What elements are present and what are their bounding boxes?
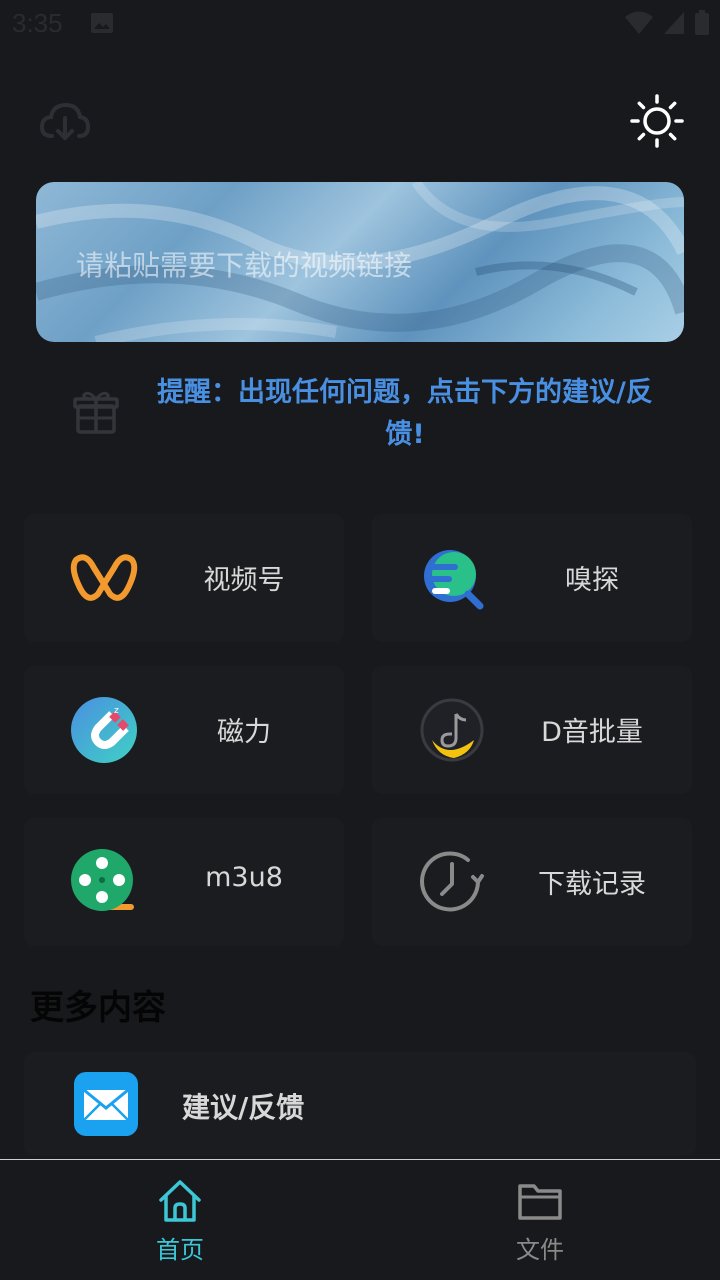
battery-icon <box>695 10 709 35</box>
signal-icon <box>664 12 684 34</box>
film-reel-icon <box>71 849 134 911</box>
feature-label: D音批量 <box>541 717 643 748</box>
nav-files-label: 文件 <box>516 1236 564 1264</box>
app-screen: 3:35 请粘贴需要下载的视频链接 提醒：出现任何问题，点击下方的建议/反馈! … <box>0 0 720 1280</box>
feedback-item[interactable]: 建议/反馈 <box>24 1052 696 1156</box>
nav-files[interactable]: 文件 <box>360 1160 720 1280</box>
status-indicators <box>624 10 710 36</box>
svg-text:z: z <box>114 706 119 716</box>
feature-label: 视频号 <box>203 565 285 596</box>
gift-icon <box>73 391 119 434</box>
history-clock-icon <box>420 851 484 912</box>
feature-m3u8[interactable]: m3u8 <box>24 818 344 946</box>
bottom-nav: 首页 文件 <box>0 1159 720 1280</box>
feedback-label: 建议/反馈 <box>182 1091 305 1124</box>
home-icon <box>159 1180 201 1222</box>
status-bar: 3:35 <box>0 0 720 48</box>
sniff-search-icon <box>424 550 484 610</box>
reminder-text: 提醒：出现任何问题，点击下方的建议/反馈! <box>157 377 653 450</box>
wifi-icon <box>625 11 653 34</box>
feature-magnet[interactable]: z 磁力 <box>24 666 344 794</box>
section-title-more: 更多内容 <box>30 988 166 1028</box>
feature-label: m3u8 <box>205 862 283 893</box>
channels-icon <box>70 554 138 601</box>
nav-home[interactable]: 首页 <box>0 1160 360 1280</box>
magnet-icon: z <box>71 697 137 763</box>
video-link-input[interactable] <box>76 242 640 284</box>
sun-icon[interactable] <box>630 94 684 148</box>
feature-label: 磁力 <box>217 717 271 748</box>
folder-icon <box>518 1184 562 1220</box>
status-time: 3:35 <box>12 8 63 38</box>
nav-home-label: 首页 <box>156 1236 204 1264</box>
douyin-batch-icon <box>420 698 484 762</box>
mail-icon <box>74 1072 138 1136</box>
feature-douyin-batch[interactable]: D音批量 <box>372 666 692 794</box>
feature-channels[interactable]: 视频号 <box>24 514 344 642</box>
cloud-download-icon[interactable] <box>38 96 92 146</box>
feature-label: 下载记录 <box>538 869 646 900</box>
image-notification-icon <box>91 13 113 33</box>
link-input-banner[interactable]: 请粘贴需要下载的视频链接 <box>36 182 684 342</box>
feature-label: 嗅探 <box>565 565 619 596</box>
feature-sniff[interactable]: 嗅探 <box>372 514 692 642</box>
feature-download-history[interactable]: 下载记录 <box>372 818 692 946</box>
